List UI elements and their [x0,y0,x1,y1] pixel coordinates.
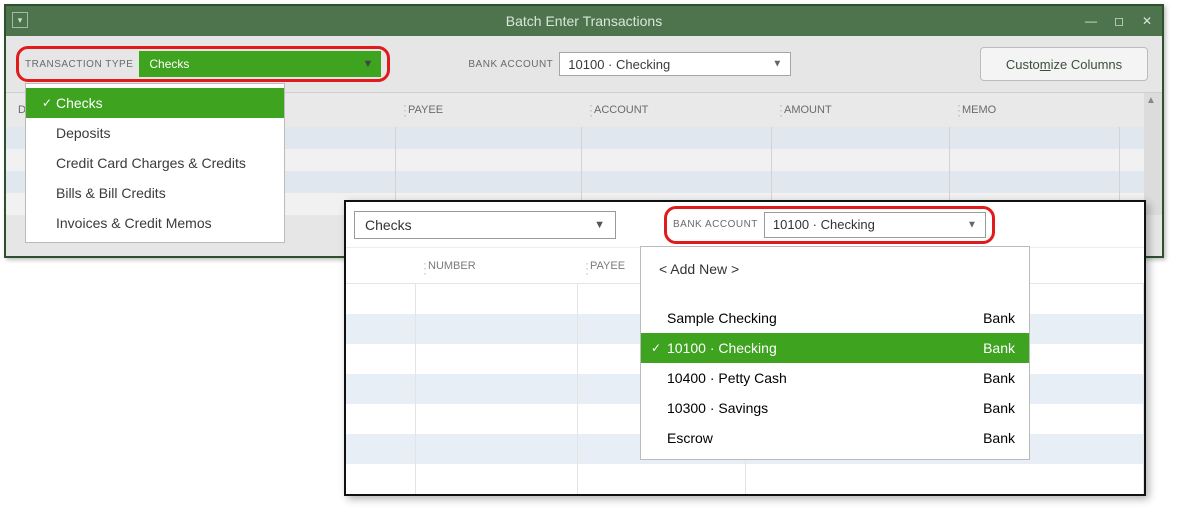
customize-columns-button[interactable]: Customize Columns [980,47,1148,81]
toolbar: TRANSACTION TYPE Checks ▼ ✓ Checks Depos… [6,36,1162,92]
close-icon[interactable]: ✕ [1136,10,1158,32]
transaction-type-highlight: TRANSACTION TYPE Checks ▼ ✓ Checks Depos… [16,46,390,82]
bank-account-highlight: BANK ACCOUNT 10100 · Checking ▼ [664,206,995,244]
bank-account-option-10400-petty-cash[interactable]: 10400 · Petty Cash Bank [641,363,1029,393]
column-header-memo[interactable]: MEMO [950,104,1120,116]
inset-bank-account-label: BANK ACCOUNT [673,219,758,230]
inset-transaction-type-value: Checks [365,217,412,233]
vertical-scrollbar[interactable] [1144,93,1162,215]
inset-bank-account-select[interactable]: 10100 · Checking ▼ [764,212,986,238]
transaction-type-option-invoices[interactable]: Invoices & Credit Memos [26,208,284,238]
checkmark-icon: ✓ [40,96,54,110]
chevron-down-icon: ▼ [363,58,374,70]
bank-account-inset-window: Checks ▼ BANK ACCOUNT 10100 · Checking ▼… [344,200,1146,496]
inset-bank-account-value: 10100 · Checking [773,217,875,232]
transaction-type-select[interactable]: Checks ▼ [139,51,381,77]
transaction-type-dropdown: ✓ Checks Deposits Credit Card Charges & … [25,83,285,243]
column-header-amount[interactable]: AMOUNT [772,104,950,116]
bank-account-option-sample-checking[interactable]: Sample Checking Bank [641,303,1029,333]
column-header-account[interactable]: ACCOUNT [582,104,772,116]
transaction-type-option-bills[interactable]: Bills & Bill Credits [26,178,284,208]
inset-toolbar: Checks ▼ BANK ACCOUNT 10100 · Checking ▼… [346,202,1144,248]
transaction-type-label: TRANSACTION TYPE [25,59,133,70]
inset-transaction-type-select[interactable]: Checks ▼ [354,211,616,239]
bank-account-value: 10100 · Checking [568,57,670,72]
bank-account-label: BANK ACCOUNT [468,59,553,70]
table-row[interactable] [346,464,1144,494]
chevron-down-icon: ▼ [967,219,977,230]
inset-column-header-number[interactable]: NUMBER [416,260,578,272]
chevron-down-icon: ▼ [772,59,782,70]
transaction-type-value: Checks [149,57,189,71]
bank-account-option-10100-checking[interactable]: ✓ 10100 · Checking Bank [641,333,1029,363]
bank-account-option-escrow[interactable]: Escrow Bank [641,423,1029,453]
checkmark-icon: ✓ [649,341,663,355]
column-header-payee[interactable]: PAYEE [396,104,582,116]
window-title: Batch Enter Transactions [6,13,1162,29]
bank-account-add-new[interactable]: < Add New > [641,255,1029,287]
bank-account-select[interactable]: 10100 · Checking ▼ [559,52,791,76]
chevron-down-icon: ▼ [594,219,605,231]
transaction-type-option-checks[interactable]: ✓ Checks [26,88,284,118]
bank-account-dropdown: < Add New > Sample Checking Bank ✓ 10100… [640,246,1030,460]
transaction-type-option-credit-card[interactable]: Credit Card Charges & Credits [26,148,284,178]
bank-account-option-10300-savings[interactable]: 10300 · Savings Bank [641,393,1029,423]
minimize-icon[interactable]: — [1080,10,1102,32]
maximize-icon[interactable]: ◻ [1108,10,1130,32]
window-titlebar: ▾ Batch Enter Transactions — ◻ ✕ [6,6,1162,36]
transaction-type-option-deposits[interactable]: Deposits [26,118,284,148]
window-menu-icon[interactable]: ▾ [12,12,28,28]
